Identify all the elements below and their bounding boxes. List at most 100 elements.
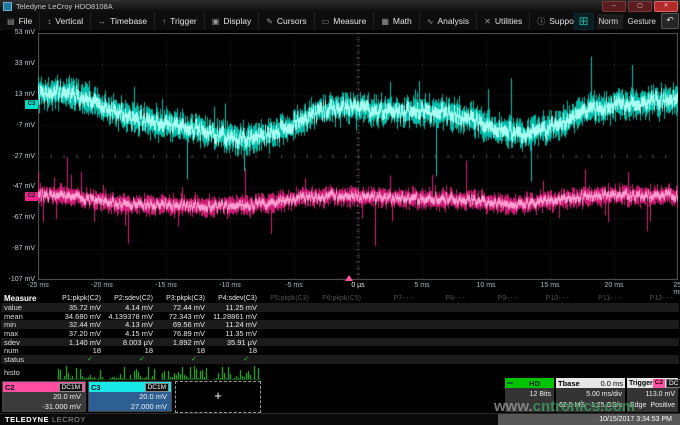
time-tick-label: -15 ms <box>155 282 176 289</box>
measure-col-header-p7[interactable]: P7- - - <box>367 295 419 302</box>
measure-cell: 18 <box>55 346 107 355</box>
measure-row-label: mean <box>1 312 55 321</box>
measure-row-num: num18181818 <box>1 346 679 355</box>
channel-c3-header: C3 DC1M <box>89 382 171 392</box>
measure-cell: 76.89 mV <box>159 329 211 338</box>
menu-item-timebase[interactable]: ↔Timebase <box>91 12 155 30</box>
measure-cell: 18 <box>107 346 159 355</box>
title-bar: Teledyne LeCroy HDO8108A – ▢ ✕ <box>0 0 680 12</box>
measure-col-header-p6[interactable]: P6:pkpk(C5) <box>315 295 367 302</box>
measure-col-header-p8[interactable]: P8- - - <box>419 295 471 302</box>
menu-item-cursors[interactable]: ✎Cursors <box>259 12 314 30</box>
hd-label: HD <box>529 379 540 388</box>
measure-cell: 8.003 µV <box>107 338 159 347</box>
measure-cell: 11.25 mV <box>211 303 263 312</box>
menu-item-measure[interactable]: ▭Measure <box>315 12 375 30</box>
measure-row-status: status✓✓✓✓ <box>1 355 679 364</box>
time-tick-label: 10 ms <box>476 282 495 289</box>
hd-body: 12 Bits <box>505 388 554 412</box>
maximize-button[interactable]: ▢ <box>628 1 652 12</box>
channel-descriptor-c2[interactable]: C2 DC1M 20.0 mV -31.000 mV <box>2 381 86 412</box>
histogram-p1 <box>57 365 105 381</box>
timebase-label: Tbase <box>558 379 580 388</box>
menu-label-file: File <box>19 16 33 26</box>
menu-item-analysis[interactable]: ∿Analysis <box>420 12 477 30</box>
measure-col-header-p3[interactable]: P3:pkpk(C3) <box>159 295 211 302</box>
menu-items: ▤File↕Vertical↔Timebase↑Trigger▣Display✎… <box>0 12 587 30</box>
measure-cell: 11.35 mV <box>211 329 263 338</box>
measure-row-max: max37.20 mV4.15 mV76.89 mV11.35 mV <box>1 329 679 338</box>
measure-icon: ▭ <box>322 17 330 26</box>
minimize-button[interactable]: – <box>602 1 626 12</box>
measure-row-value: value35.72 mV4.14 mV72.44 mV11.25 mV <box>1 303 679 312</box>
waveform-canvas[interactable] <box>38 33 678 280</box>
menu-item-display[interactable]: ▣Display <box>205 12 259 30</box>
measure-col-header-p9[interactable]: P9- - - <box>471 295 523 302</box>
gesture-toggle[interactable]: Gesture <box>626 17 658 26</box>
histo-cell <box>107 365 159 381</box>
menu-item-trigger[interactable]: ↑Trigger <box>155 12 205 30</box>
measure-col-header-p12[interactable]: P12- - - <box>627 295 679 302</box>
measure-col-header-p2[interactable]: P2:sdev(C2) <box>107 295 159 302</box>
timebase-box[interactable]: Tbase 0.0 ms 5.00 ms/div 62.5 MS 1.25 GS… <box>556 378 625 412</box>
hd-mode-box[interactable]: HD 12 Bits <box>505 378 554 412</box>
time-tick-label: 5 ms <box>414 282 429 289</box>
channel-c2-offset: -31.000 mV <box>3 402 81 412</box>
measure-cell: 18 <box>159 346 211 355</box>
close-button[interactable]: ✕ <box>654 1 678 12</box>
measure-col-header-p1[interactable]: P1:pkpk(C2) <box>55 295 107 302</box>
voltage-tick-label: 33 mV <box>0 60 35 67</box>
timebase-header: Tbase 0.0 ms <box>556 378 625 388</box>
menu-item-vertical[interactable]: ↕Vertical <box>40 12 91 30</box>
menu-bar: ▤File↕Vertical↔Timebase↑Trigger▣Display✎… <box>0 12 680 31</box>
oscilloscope-screen: Teledyne LeCroy HDO8108A – ▢ ✕ ▤File↕Ver… <box>0 0 680 425</box>
measure-col-header-p11[interactable]: P11- - - <box>575 295 627 302</box>
measure-cell: 32.44 mV <box>55 320 107 329</box>
measure-table: MeasureP1:pkpk(C2)P2:sdev(C2)P3:pkpk(C3)… <box>1 293 679 382</box>
measure-cell: 11.24 mV <box>211 320 263 329</box>
support-icon: ⓘ <box>537 16 545 27</box>
add-channel-button[interactable]: + <box>175 381 261 413</box>
channel-descriptor-c3[interactable]: C3 DC1M 20.0 mV 27.000 mV <box>88 381 172 412</box>
measure-title: Measure <box>1 294 55 303</box>
histogram-p4 <box>213 365 261 381</box>
menu-item-utilities[interactable]: ✕Utilities <box>477 12 530 30</box>
measure-cell: 35.91 µV <box>211 338 263 347</box>
timebase-delay: 0.0 ms <box>600 379 623 388</box>
brand-logo: TELEDYNELECROY <box>5 415 86 424</box>
time-tick-label: -25 ms <box>27 282 48 289</box>
measure-cell: 37.20 mV <box>55 329 107 338</box>
trigger-box[interactable]: Trigger C2 DC 113.0 mV Edge Positive <box>627 378 678 412</box>
undo-button[interactable]: ↶ <box>661 13 679 29</box>
menu-item-math[interactable]: ▦Math <box>374 12 419 30</box>
menu-label-cursors: Cursors <box>277 16 307 26</box>
measure-cell: 1.892 mV <box>159 338 211 347</box>
voltage-tick-label: 13 mV <box>0 91 35 98</box>
time-tick-label: -10 ms <box>219 282 240 289</box>
measure-col-header-p5[interactable]: P5:pkpk(C3) <box>263 295 315 302</box>
menu-item-file[interactable]: ▤File <box>0 12 40 30</box>
window-title: Teledyne LeCroy HDO8108A <box>16 2 113 11</box>
channel-c2-vdiv: 20.0 mV <box>3 392 81 402</box>
channel-marker-c2[interactable]: C2 <box>25 192 38 201</box>
measure-col-header-p4[interactable]: P4:sdev(C3) <box>211 295 263 302</box>
time-tick-label: 0 µs <box>351 282 364 289</box>
measure-cell: 18 <box>211 346 263 355</box>
histo-cell <box>159 365 211 381</box>
channel-c3-id: C3 <box>91 383 101 392</box>
brand-teledyne: TELEDYNE <box>5 415 49 424</box>
channel-c3-vdiv: 20.0 mV <box>89 392 167 402</box>
timestamp: 10/15/2017 3:34:53 PM <box>498 414 680 425</box>
brand-lecroy: LECROY <box>52 415 86 424</box>
timebase-scale: 5.00 ms/div <box>559 389 622 400</box>
grid-mode-button[interactable]: ⊞ <box>574 13 594 30</box>
trigger-coupling-badge: DC <box>666 379 680 388</box>
vertical-icon: ↕ <box>47 17 51 26</box>
trigger-icon: ↑ <box>162 17 166 26</box>
measure-col-header-p10[interactable]: P10- - - <box>523 295 575 302</box>
time-tick-label: -20 ms <box>91 282 112 289</box>
channel-c2-values: 20.0 mV -31.000 mV <box>3 392 85 411</box>
channel-marker-c3[interactable]: C3 <box>25 100 38 109</box>
trigger-time-marker[interactable] <box>345 275 353 281</box>
norm-indicator: Norm <box>597 14 623 29</box>
